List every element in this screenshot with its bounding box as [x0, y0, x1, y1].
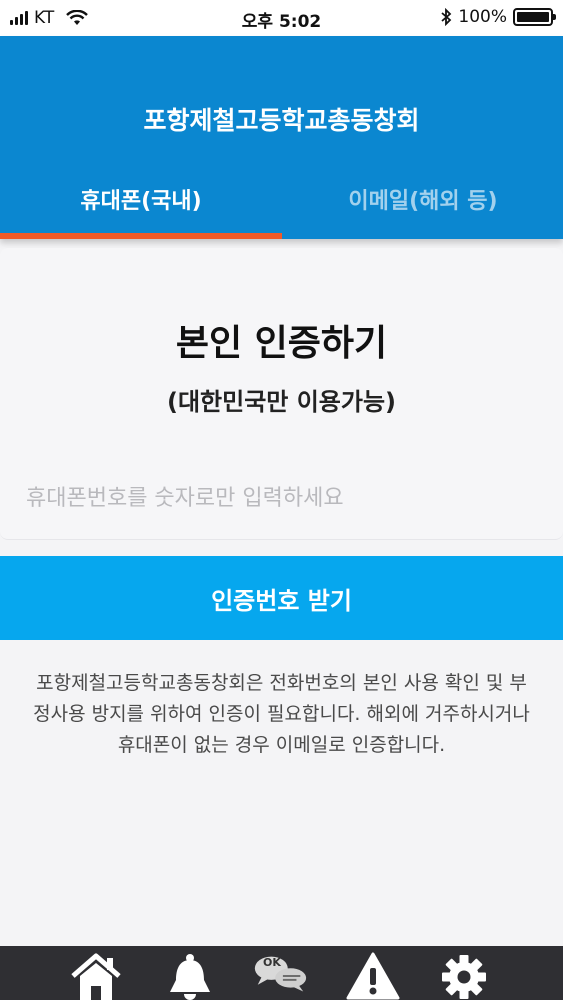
tab-phone[interactable]: 휴대폰(국내) [0, 176, 282, 239]
request-code-button[interactable]: 인증번호 받기 [0, 556, 563, 640]
battery-percent: 100% [458, 7, 507, 27]
chat-badge: OK [263, 956, 281, 969]
battery-fill [517, 12, 549, 22]
nav-alerts[interactable] [160, 952, 220, 1000]
bluetooth-icon [441, 8, 452, 26]
gear-icon [442, 955, 486, 999]
app-title: 포항제철고등학교총동창회 [143, 106, 420, 135]
notice-text: 포항제철고등학교총동창회은 전화번호의 본인 사용 확인 및 부정사용 방지를 … [33, 672, 530, 756]
tab-indicator [0, 233, 282, 239]
app-header: 포항제철고등학교총동창회 휴대폰(국내) 이메일(해외 등) [0, 36, 563, 239]
status-bar: KT 오후 5:02 100% [0, 0, 563, 36]
page-subtitle: (대한민국만 이용가능) [166, 388, 396, 416]
verification-card: 본인 인증하기 (대한민국만 이용가능) [0, 248, 563, 540]
tab-email[interactable]: 이메일(해외 등) [282, 176, 563, 239]
nav-settings[interactable] [434, 952, 494, 1000]
page-title: 본인 인증하기 [175, 323, 388, 364]
warning-icon [346, 952, 400, 1000]
bell-icon [170, 954, 210, 1000]
battery-icon [513, 8, 556, 26]
phone-number-input[interactable] [26, 478, 546, 518]
nav-home[interactable] [66, 952, 126, 1000]
home-icon [71, 953, 121, 1000]
status-right: 100% [440, 7, 556, 27]
nav-report[interactable] [343, 952, 403, 1000]
bottom-nav: OK [0, 946, 563, 1000]
nav-talk[interactable]: OK [250, 952, 310, 1000]
